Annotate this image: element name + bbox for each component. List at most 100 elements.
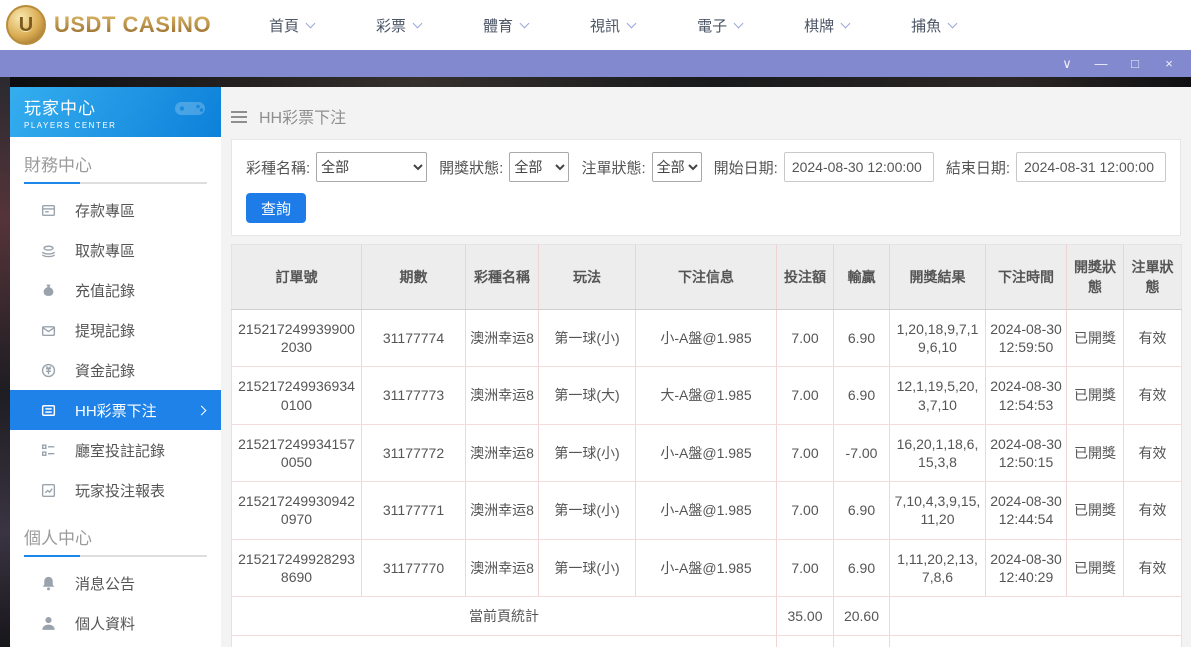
- sidebar-item-funds[interactable]: 資金記錄: [10, 350, 221, 390]
- cashout-icon: [40, 322, 57, 339]
- end-date-label: 結束日期:: [946, 157, 1010, 178]
- chevron-down-icon: [306, 18, 316, 28]
- nav-item-label: 首頁: [269, 15, 299, 36]
- table-cell: 6.90: [834, 539, 890, 596]
- bell-icon: [40, 575, 57, 592]
- table-cell: 第一球(小): [539, 424, 636, 481]
- summary-winloss-total: 20.60: [834, 636, 890, 647]
- nav-item-label: 彩票: [376, 15, 406, 36]
- sidebar-item-bell[interactable]: 消息公告: [10, 563, 221, 603]
- chevron-down-icon: [520, 18, 530, 28]
- column-header: 期數: [362, 245, 466, 310]
- sidebar-item-label: 玩家投注報表: [75, 480, 165, 501]
- sidebar-section-heading-label: 財務中心: [24, 156, 92, 175]
- lottery-name-select[interactable]: 全部: [316, 152, 427, 182]
- table-row: 215217249939900203031177774澳洲幸运8第一球(小)小-…: [232, 310, 1182, 367]
- sidebar-item-report[interactable]: 玩家投注報表: [10, 470, 221, 510]
- search-button[interactable]: 查詢: [246, 193, 306, 223]
- hamburger-icon[interactable]: [231, 116, 247, 118]
- sidebar-header: 玩家中心 PLAYERS CENTER: [10, 87, 221, 137]
- summary-label: 當前頁統計: [232, 596, 777, 635]
- chevron-down-icon: [734, 18, 744, 28]
- sidebar-item-label: 資金記錄: [75, 360, 135, 381]
- table-cell: 7.00: [777, 367, 834, 424]
- end-date-input[interactable]: [1016, 152, 1166, 182]
- table-cell: 7,10,4,3,9,15,11,20: [890, 482, 986, 539]
- report-icon: [40, 482, 57, 499]
- logo[interactable]: U USDT CASINO: [0, 5, 225, 45]
- table-cell: 澳洲幸运8: [466, 367, 539, 424]
- deposit-icon: [40, 202, 57, 219]
- nav-item-label: 電子: [697, 15, 727, 36]
- chevron-down-icon[interactable]: ∨: [1057, 50, 1077, 77]
- table-panel: 訂單號期數彩種名稱玩法下注信息投注額輸贏開獎結果下注時間開獎狀態注單狀態2152…: [231, 244, 1181, 647]
- sidebar-item-deposit[interactable]: 存款專區: [10, 190, 221, 230]
- table-cell: 2152172499309420970: [232, 482, 362, 539]
- start-date-input[interactable]: [784, 152, 934, 182]
- page-title: HH彩票下注: [259, 104, 346, 128]
- table-cell: 31177772: [362, 424, 466, 481]
- table-cell: 有效: [1124, 539, 1182, 596]
- maximize-icon[interactable]: □: [1125, 50, 1145, 77]
- background-image-strip: [0, 77, 10, 647]
- table-cell: 1,20,18,9,7,19,6,10: [890, 310, 986, 367]
- table-cell: 小-A盤@1.985: [636, 310, 777, 367]
- close-icon[interactable]: ×: [1159, 50, 1179, 77]
- nav-item-2[interactable]: 彩票: [376, 15, 421, 36]
- lottery-icon: [40, 402, 57, 419]
- table-cell: 第一球(小): [539, 539, 636, 596]
- nav-item-label: 棋牌: [804, 15, 834, 36]
- table-cell: 澳洲幸运8: [466, 424, 539, 481]
- table-cell: 已開獎: [1067, 482, 1124, 539]
- table-cell: 31177774: [362, 310, 466, 367]
- sidebar-item-hall[interactable]: 廳室投註記錄: [10, 430, 221, 470]
- summary-bet-total: 35.00: [777, 596, 834, 635]
- nav-item-1[interactable]: 首頁: [269, 15, 314, 36]
- table-cell: 16,20,1,18,6,15,3,8: [890, 424, 986, 481]
- table-header-row: 訂單號期數彩種名稱玩法下注信息投注額輸贏開獎結果下注時間開獎狀態注單狀態: [232, 245, 1182, 310]
- chevron-down-icon: [948, 18, 958, 28]
- table-cell: 有效: [1124, 367, 1182, 424]
- summary-winloss-total: 20.60: [834, 596, 890, 635]
- nav-item-5[interactable]: 電子: [697, 15, 742, 36]
- sidebar-section-heading: 財務中心: [10, 137, 221, 182]
- nav-item-3[interactable]: 體育: [483, 15, 528, 36]
- nav-item-6[interactable]: 棋牌: [804, 15, 849, 36]
- sidebar-section-heading: 個人中心: [10, 510, 221, 555]
- sidebar-item-lottery[interactable]: HH彩票下注: [10, 390, 221, 430]
- filter-row: 彩種名稱: 全部 開獎狀態: 全部 注單狀態: 全部 開始日期: 結束日期:: [246, 152, 1166, 182]
- table-cell: 有效: [1124, 424, 1182, 481]
- table-cell: 1,11,20,2,13,7,8,6: [890, 539, 986, 596]
- table-cell: 2024-08-30 12:40:29: [986, 539, 1067, 596]
- table-cell: 6.90: [834, 310, 890, 367]
- sidebar-item-withdraw[interactable]: 取款專區: [10, 230, 221, 270]
- workspace: 玩家中心 PLAYERS CENTER 財務中心存款專區取款專區充值記錄提現記錄…: [0, 77, 1191, 647]
- sidebar-item-label: 廳室投註記錄: [75, 440, 165, 461]
- order-status-select[interactable]: 全部: [652, 152, 702, 182]
- nav-item-7[interactable]: 捕魚: [911, 15, 956, 36]
- sidebar-item-cashout[interactable]: 提現記錄: [10, 310, 221, 350]
- table-cell: 第一球(小): [539, 310, 636, 367]
- nav-item-label: 視訊: [590, 15, 620, 36]
- table-cell: 小-A盤@1.985: [636, 482, 777, 539]
- draw-status-select[interactable]: 全部: [509, 152, 569, 182]
- sidebar-section-heading-label: 個人中心: [24, 529, 92, 548]
- main-content: HH彩票下注 彩種名稱: 全部 開獎狀態: 全部 注單狀態: 全部 開始日期: …: [221, 87, 1191, 647]
- table-cell: 6.90: [834, 367, 890, 424]
- filter-panel: 彩種名稱: 全部 開獎狀態: 全部 注單狀態: 全部 開始日期: 結束日期: 查…: [231, 139, 1181, 236]
- column-header: 彩種名稱: [466, 245, 539, 310]
- sidebar-item-user[interactable]: 個人資料: [10, 603, 221, 643]
- nav-item-label: 捕魚: [911, 15, 941, 36]
- table-cell: 澳洲幸运8: [466, 539, 539, 596]
- column-header: 輸贏: [834, 245, 890, 310]
- table-cell: 31177771: [362, 482, 466, 539]
- table-cell: 12,1,19,5,20,3,7,10: [890, 367, 986, 424]
- minimize-icon[interactable]: —: [1091, 50, 1111, 77]
- column-header: 訂單號: [232, 245, 362, 310]
- sidebar-item-recharge[interactable]: 充值記錄: [10, 270, 221, 310]
- table-cell: 澳洲幸运8: [466, 310, 539, 367]
- table-cell: 已開獎: [1067, 310, 1124, 367]
- table-cell: -7.00: [834, 424, 890, 481]
- sidebar-item-label: 充值記錄: [75, 280, 135, 301]
- nav-item-4[interactable]: 視訊: [590, 15, 635, 36]
